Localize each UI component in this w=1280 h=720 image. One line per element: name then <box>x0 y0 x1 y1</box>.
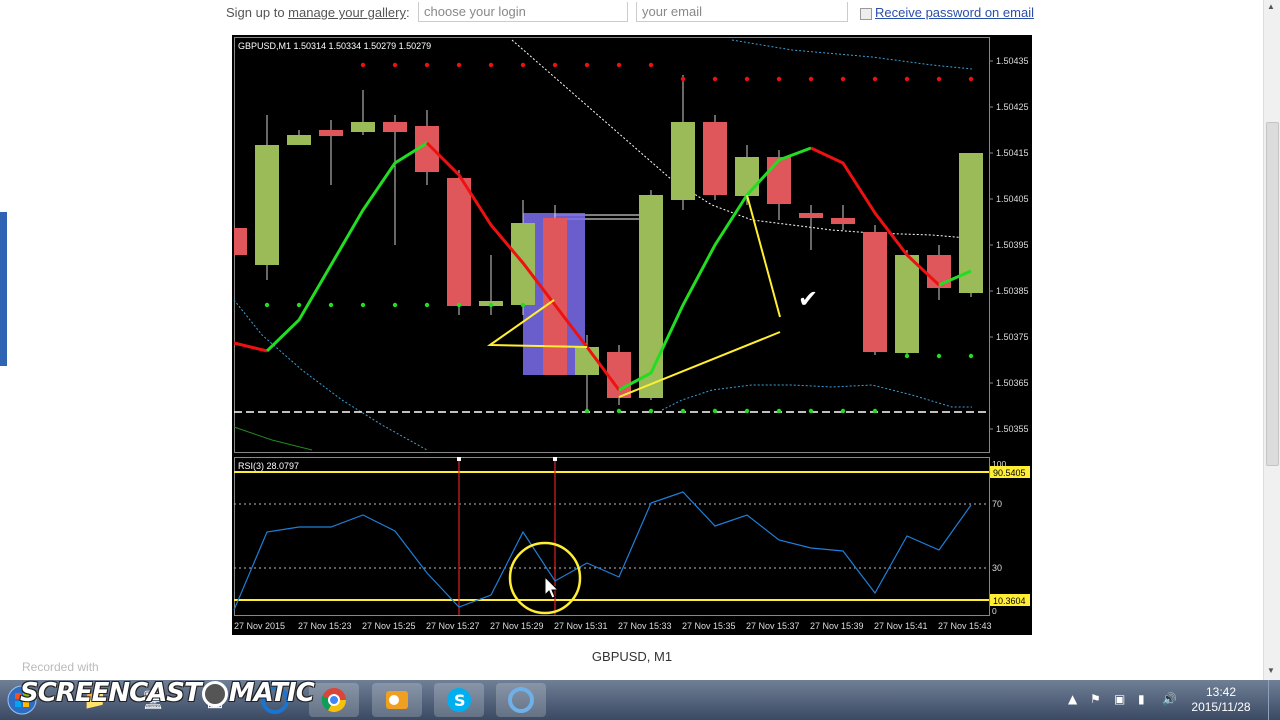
rsi-axis-label: 70 <box>992 499 1002 509</box>
network-tray-icon[interactable]: ▮ <box>1138 692 1145 706</box>
time-label: 27 Nov 15:31 <box>554 621 608 631</box>
brand-o-icon <box>201 680 228 707</box>
outlook-taskbar-icon[interactable] <box>372 683 422 717</box>
checkmark-icon: ✔ <box>798 285 818 313</box>
rsi-high-value: 90.5405 <box>993 468 1026 478</box>
taskbar-clock[interactable]: 13:42 2015/11/28 <box>1186 685 1256 715</box>
svg-text:S: S <box>454 691 466 710</box>
checkbox-icon[interactable] <box>860 8 872 20</box>
time-label: 27 Nov 15:27 <box>426 621 480 631</box>
time-label: 27 Nov 15:25 <box>362 621 416 631</box>
volume-tray-icon[interactable]: 🔊 <box>1162 692 1177 706</box>
signup-bar: Sign up to manage your gallery: choose y… <box>0 0 1264 30</box>
rsi-axis-label: 0 <box>992 606 997 616</box>
scroll-thumb[interactable] <box>1266 122 1279 466</box>
clock-date: 2015/11/28 <box>1191 700 1251 714</box>
chrome-taskbar-icon[interactable] <box>309 683 359 717</box>
price-label: 1.50385 <box>996 286 1029 296</box>
price-label: 1.50375 <box>996 332 1029 342</box>
time-label: 27 Nov 15:35 <box>682 621 736 631</box>
price-label: 1.50415 <box>996 148 1029 158</box>
recorded-with-text: Recorded with <box>22 660 99 674</box>
brand-right: MATIC <box>228 678 315 708</box>
signup-prefix: Sign up to <box>226 5 289 20</box>
manage-gallery-link[interactable]: manage your gallery <box>288 5 406 20</box>
price-label: 1.50355 <box>996 424 1029 434</box>
brand-left: SCREENCAST <box>20 678 202 708</box>
chart-header: GBPUSD,M1 1.50314 1.50334 1.50279 1.5027… <box>238 41 431 51</box>
time-label: 27 Nov 15:29 <box>490 621 544 631</box>
skype-taskbar-icon[interactable]: S <box>434 683 484 717</box>
tray-expand-icon[interactable]: ▲ <box>1068 692 1077 706</box>
signup-text: Sign up to manage your gallery: <box>226 5 410 20</box>
time-label: 27 Nov 15:37 <box>746 621 800 631</box>
rsi-axis-label: 30 <box>992 563 1002 573</box>
login-input[interactable]: choose your login <box>418 2 628 22</box>
clock-time: 13:42 <box>1205 685 1237 699</box>
scroll-up-icon[interactable]: ▲ <box>1267 2 1275 11</box>
price-label: 1.50425 <box>996 102 1029 112</box>
time-label: 27 Nov 15:43 <box>938 621 992 631</box>
email-input[interactable]: your email <box>636 2 848 22</box>
feedback-side-tab[interactable] <box>0 212 7 366</box>
signup-suffix: : <box>405 5 410 20</box>
device-tray-icon[interactable]: ▣ <box>1114 692 1125 706</box>
flag-tray-icon[interactable]: ⚑ <box>1090 692 1101 706</box>
price-label: 1.50395 <box>996 240 1029 250</box>
scroll-down-icon[interactable]: ▼ <box>1267 666 1275 675</box>
page-scrollbar[interactable]: ▲ ▼ <box>1263 0 1280 680</box>
chart-caption: GBPUSD, M1 <box>591 649 673 664</box>
price-label: 1.50365 <box>996 378 1029 388</box>
time-label: 27 Nov 15:39 <box>810 621 864 631</box>
trading-chart: GBPUSD,M1 1.50314 1.50334 1.50279 1.5027… <box>232 35 1032 635</box>
screencast-o-matic-logo: SCREENCAST MATIC <box>20 678 315 708</box>
chart-svg: GBPUSD,M1 1.50314 1.50334 1.50279 1.5027… <box>232 35 1032 635</box>
rsi-header: RSI(3) 28.0797 <box>238 461 299 471</box>
price-label: 1.50405 <box>996 194 1029 204</box>
price-label: 1.50435 <box>996 56 1029 66</box>
time-label: 27 Nov 15:33 <box>618 621 672 631</box>
receive-password-link[interactable]: Receive password on email <box>875 5 1034 20</box>
screencast-taskbar-icon[interactable] <box>496 683 546 717</box>
time-label: 27 Nov 15:41 <box>874 621 928 631</box>
show-desktop-button[interactable] <box>1268 680 1280 720</box>
time-label: 27 Nov 15:23 <box>298 621 352 631</box>
time-label: 27 Nov 2015 <box>234 621 285 631</box>
rsi-low-value: 10.3604 <box>993 596 1026 606</box>
